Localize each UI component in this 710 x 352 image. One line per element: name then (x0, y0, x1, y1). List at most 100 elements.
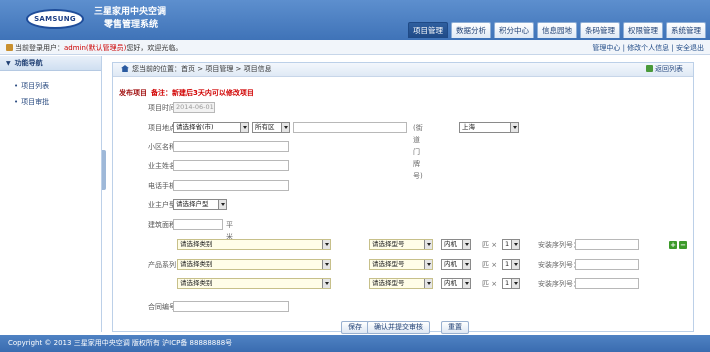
unit-type-select-value: 内机 (444, 260, 457, 268)
model-select[interactable]: 请选择型号 (369, 278, 433, 289)
serial-label: 安装序列号： (538, 280, 580, 288)
chevron-down-icon (322, 279, 330, 288)
province-select-value: 请选择省(市) (176, 123, 214, 131)
back-to-list-label: 返回列表 (655, 65, 683, 73)
save-button[interactable]: 保存 (341, 321, 369, 334)
edit-profile-link[interactable]: 修改个人信息 (627, 44, 669, 52)
category-select[interactable]: 请选择类别 (177, 278, 331, 289)
unit-type-select[interactable]: 内机 (441, 259, 471, 270)
phone-input[interactable] (173, 180, 289, 191)
welcome-text: 您好，欢迎光临。 (126, 44, 183, 52)
chevron-down-icon (511, 279, 519, 288)
breadcrumb-path[interactable]: 首页 > 项目管理 > 项目信息 (181, 65, 272, 73)
logout-link[interactable]: 安全退出 (676, 44, 704, 52)
home-icon (121, 65, 129, 72)
area-input[interactable] (173, 219, 223, 230)
add-row-icon[interactable]: + (669, 241, 677, 249)
confirm-submit-button[interactable]: 确认并提交审核 (367, 321, 430, 334)
sidebar-heading-label: 功能导航 (14, 59, 43, 67)
current-user: admin(默认管理员) (64, 44, 127, 52)
project-time-field[interactable]: 2014-06-01 (173, 102, 215, 113)
model-select[interactable]: 请选择型号 (369, 239, 433, 250)
breadcrumb: 您当前的位置：首页 > 项目管理 > 项目信息 返回列表 (113, 63, 693, 77)
city-select-value: 上海 (462, 123, 475, 131)
reset-button[interactable]: 重置 (441, 321, 469, 334)
chevron-down-icon (424, 260, 432, 269)
owner-name-input[interactable] (173, 160, 289, 171)
chevron-down-icon (424, 279, 432, 288)
owner-type-select-value: 请选择户型 (176, 200, 209, 208)
model-select-value: 请选择型号 (372, 279, 405, 287)
tab-system-management[interactable]: 系统管理 (666, 22, 706, 38)
qty-select[interactable]: 1 (502, 239, 520, 250)
serial-label: 安装序列号： (538, 261, 580, 269)
tab-permission-management[interactable]: 权限管理 (623, 22, 663, 38)
chevron-down-icon (511, 260, 519, 269)
serial-label: 安装序列号： (538, 241, 580, 249)
qty-select[interactable]: 1 (502, 259, 520, 270)
serial-input[interactable] (575, 239, 639, 250)
login-prefix: 当前登录用户： (15, 44, 64, 52)
qty-select-value: 1 (505, 260, 510, 268)
sidebar-item-project-approval[interactable]: 项目审批 (0, 97, 101, 107)
remove-row-icon[interactable]: − (679, 241, 687, 249)
district-select-value: 所有区 (255, 123, 275, 131)
section-note: 备注：新建后3天内可以修改项目 (151, 89, 254, 97)
chevron-down-icon (510, 123, 518, 132)
chevron-down-icon (462, 240, 470, 249)
street-address-input[interactable] (293, 122, 407, 133)
category-select[interactable]: 请选择类别 (177, 239, 331, 250)
tab-points-center[interactable]: 积分中心 (494, 22, 534, 38)
system-title: 三星家用中央空调 零售管理系统 (94, 6, 166, 32)
section-title: 发布项目 备注：新建后3天内可以修改项目 (119, 88, 254, 98)
chevron-down-icon (322, 240, 330, 249)
system-title-line1: 三星家用中央空调 (94, 7, 167, 17)
footer: Copyright © 2013 三星家用中央空调 版权所有 沪ICP备 888… (0, 335, 710, 352)
user-bar: 当前登录用户：admin(默认管理员)您好，欢迎光临。 管理中心 | 修改个人信… (0, 40, 710, 55)
province-select[interactable]: 请选择省(市) (173, 122, 249, 133)
chevron-down-icon (322, 260, 330, 269)
city-select[interactable]: 上海 (459, 122, 519, 133)
sidebar-heading[interactable]: ▼ 功能导航 (0, 56, 101, 71)
chevron-down-icon (424, 240, 432, 249)
qty-select-value: 1 (505, 240, 510, 248)
street-hint: (街道门牌号) (413, 124, 423, 180)
category-select-value: 请选择类别 (180, 260, 213, 268)
district-select[interactable]: 所有区 (252, 122, 290, 133)
user-icon (6, 44, 13, 51)
main-panel: 您当前的位置：首页 > 项目管理 > 项目信息 返回列表 发布项目 备注：新建后3… (112, 62, 694, 334)
tab-barcode-management[interactable]: 条码管理 (580, 22, 620, 38)
back-icon (646, 65, 653, 72)
contract-number-input[interactable] (173, 301, 289, 312)
tab-info-garden[interactable]: 信息园地 (537, 22, 577, 38)
category-select-value: 请选择类别 (180, 279, 213, 287)
admin-center-link[interactable]: 管理中心 (592, 44, 620, 52)
serial-input[interactable] (575, 278, 639, 289)
unit-type-select[interactable]: 内机 (441, 239, 471, 250)
model-select-value: 请选择型号 (372, 240, 405, 248)
owner-type-select[interactable]: 请选择户型 (173, 199, 227, 210)
chevron-down-icon (462, 279, 470, 288)
main-nav: 项目管理 数据分析 积分中心 信息园地 条码管理 权限管理 系统管理 (405, 22, 706, 38)
sidebar-item-project-list[interactable]: 项目列表 (0, 81, 101, 91)
model-select[interactable]: 请选择型号 (369, 259, 433, 270)
samsung-logo: SAMSUNG (26, 9, 84, 29)
serial-input[interactable] (575, 259, 639, 270)
unit-type-select[interactable]: 内机 (441, 278, 471, 289)
product-row: 请选择类别 请选择型号 内机 匹 × 1 安装序列号： + − (113, 239, 693, 251)
sidebar-collapse-handle[interactable] (102, 150, 106, 190)
chevron-down-icon (462, 260, 470, 269)
product-row: 请选择类别 请选择型号 内机 匹 × 1 安装序列号： (113, 259, 693, 271)
system-title-line2: 零售管理系统 (104, 20, 159, 30)
product-row: 请选择类别 请选择型号 内机 匹 × 1 安装序列号： (113, 278, 693, 290)
category-select[interactable]: 请选择类别 (177, 259, 331, 270)
chevron-down-icon (511, 240, 519, 249)
back-to-list-button[interactable]: 返回列表 (646, 63, 683, 76)
model-select-value: 请选择型号 (372, 260, 405, 268)
tab-data-analysis[interactable]: 数据分析 (451, 22, 491, 38)
tab-project-management[interactable]: 项目管理 (408, 22, 448, 38)
chevron-down-icon (240, 123, 248, 132)
qty-select[interactable]: 1 (502, 278, 520, 289)
community-input[interactable] (173, 141, 289, 152)
chevron-down-icon (218, 200, 226, 209)
